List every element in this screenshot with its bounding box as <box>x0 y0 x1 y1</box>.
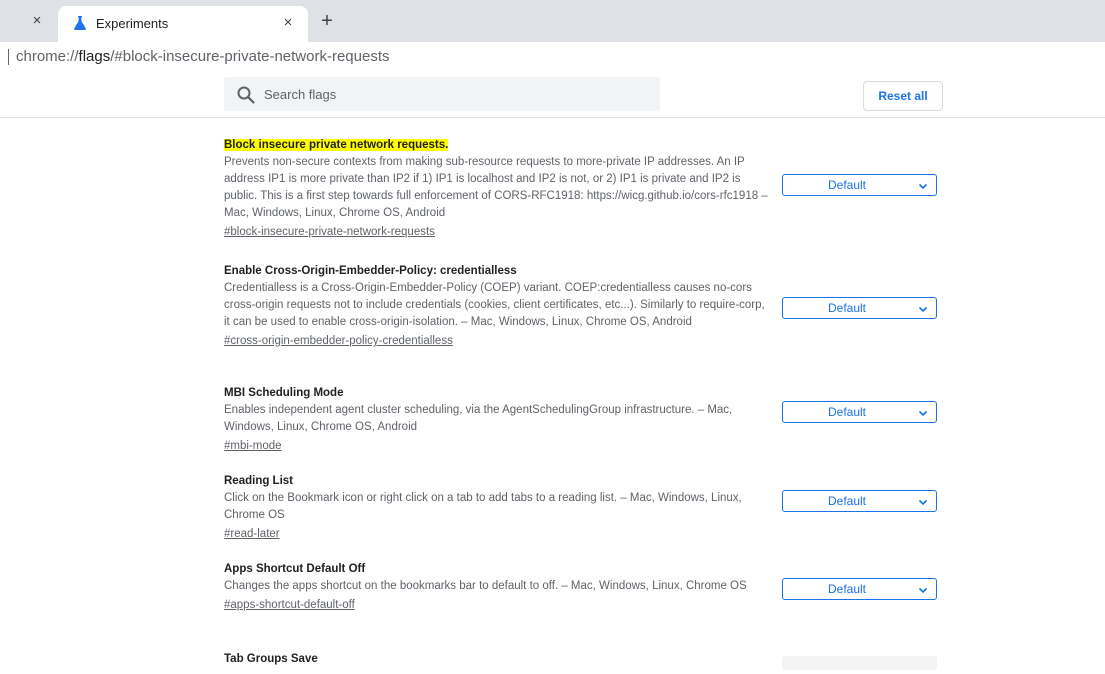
close-tab-icon[interactable]: × <box>30 13 44 28</box>
experiments-list: Block insecure private network requests.… <box>224 136 944 674</box>
experiment-permalink[interactable]: #apps-shortcut-default-off <box>224 596 355 614</box>
experiment-description: Credentialless is a Cross-Origin-Embedde… <box>224 282 765 328</box>
experiment-description: Click on the Bookmark icon or right clic… <box>224 492 742 521</box>
select-value: Default <box>827 301 867 315</box>
experiment-permalink[interactable]: #cross-origin-embedder-policy-credential… <box>224 332 453 350</box>
url-host: flags <box>78 48 111 65</box>
text-caret <box>8 49 9 65</box>
chevron-down-icon <box>918 587 928 594</box>
chevron-down-icon <box>918 306 928 313</box>
close-icon[interactable]: × <box>280 15 296 31</box>
tab-strip: × Experiments × + <box>0 0 1105 42</box>
experiment-block-insecure-private-network-requests: Block insecure private network requests.… <box>224 136 944 262</box>
experiment-tab-groups-save: Tab Groups Save <box>224 650 944 674</box>
tab-experiments[interactable]: Experiments × <box>58 6 308 42</box>
select-value: Default <box>827 178 867 192</box>
experiment-mbi-scheduling-mode: MBI Scheduling Mode Enables independent … <box>224 384 944 472</box>
chevron-down-icon <box>918 183 928 190</box>
omnibox[interactable]: chrome://flags/#block-insecure-private-n… <box>0 42 1105 72</box>
experiment-description: Changes the apps shortcut on the bookmar… <box>224 580 747 592</box>
flags-header: Reset all <box>0 72 1105 118</box>
experiment-state-select[interactable]: Default <box>782 297 937 319</box>
experiment-permalink[interactable]: #read-later <box>224 525 280 543</box>
experiment-permalink[interactable]: #block-insecure-private-network-requests <box>224 223 435 241</box>
experiment-title: Apps Shortcut Default Off <box>224 563 366 575</box>
omnibox-url[interactable]: chrome://flags/#block-insecure-private-n… <box>16 48 390 65</box>
highlighted-title: Block insecure private network requests. <box>224 139 449 151</box>
reset-all-button[interactable]: Reset all <box>863 81 943 111</box>
flask-icon <box>74 16 86 30</box>
experiment-state-select[interactable]: Default <box>782 174 937 196</box>
search-icon <box>237 86 255 104</box>
experiment-state-select[interactable]: Default <box>782 401 937 423</box>
experiment-title: Reading List <box>224 475 294 487</box>
experiment-permalink[interactable]: #mbi-mode <box>224 437 282 455</box>
experiment-state-select[interactable]: Default <box>782 490 937 512</box>
experiment-state-select[interactable]: Default <box>782 578 937 600</box>
experiment-title: Block insecure private network requests. <box>224 136 944 154</box>
search-input[interactable] <box>262 83 642 105</box>
experiment-cross-origin-embedder-policy-credentialless: Enable Cross-Origin-Embedder-Policy: cre… <box>224 262 944 384</box>
select-value: Default <box>827 582 867 596</box>
url-scheme: chrome:// <box>16 48 79 65</box>
experiment-reading-list: Reading List Click on the Bookmark icon … <box>224 472 944 560</box>
experiment-title: Enable Cross-Origin-Embedder-Policy: cre… <box>224 265 517 277</box>
new-tab-button[interactable]: + <box>318 11 336 31</box>
experiment-state-select[interactable] <box>782 656 937 670</box>
url-fragment: /#block-insecure-private-network-request… <box>110 48 390 65</box>
tab-title: Experiments <box>96 16 169 31</box>
experiment-description: Prevents non-secure contexts from making… <box>224 156 768 219</box>
experiment-description: Enables independent agent cluster schedu… <box>224 404 733 433</box>
search-box[interactable] <box>224 77 660 111</box>
chevron-down-icon <box>918 499 928 506</box>
experiment-apps-shortcut-default-off: Apps Shortcut Default Off Changes the ap… <box>224 560 944 650</box>
select-value: Default <box>827 494 867 508</box>
chevron-down-icon <box>918 410 928 417</box>
experiment-title: MBI Scheduling Mode <box>224 387 344 399</box>
select-value: Default <box>827 405 867 419</box>
